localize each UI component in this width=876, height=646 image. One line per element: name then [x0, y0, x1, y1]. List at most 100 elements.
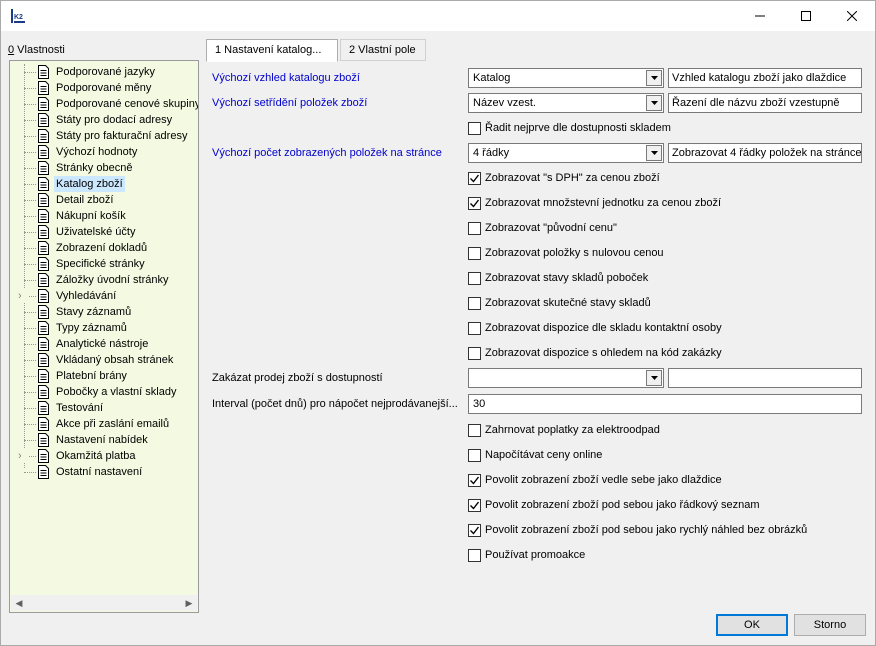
- catalog-view-label: Výchozí vzhled katalogu zboží: [212, 72, 360, 84]
- dialog-window: K2 0 Vlastnosti Podporované jazyky Podpor…: [0, 0, 876, 646]
- scroll-left-icon[interactable]: ◀: [11, 595, 27, 611]
- tree-connector: [24, 200, 36, 201]
- checkbox-box[interactable]: [468, 122, 481, 135]
- scroll-right-icon[interactable]: ▶: [181, 595, 197, 611]
- tree-item[interactable]: Testování: [10, 400, 198, 416]
- checkbox-box[interactable]: [468, 322, 481, 335]
- close-icon: [847, 11, 857, 21]
- tree-item-label: Podporované cenové skupiny: [56, 98, 199, 110]
- forbid-sale-description: [668, 368, 862, 388]
- rows-count-value: 4 řádky: [473, 147, 510, 159]
- checkbox-checked-icon[interactable]: [468, 524, 481, 537]
- properties-tree[interactable]: Podporované jazyky Podporované měny Podpor…: [9, 60, 199, 613]
- tree-item[interactable]: Katalog zboží: [10, 176, 198, 192]
- tree-item[interactable]: Záložky úvodní stránky: [10, 272, 198, 288]
- tree-connector: [24, 312, 36, 313]
- tree-connector: [24, 88, 36, 89]
- tree-item-label: Záložky úvodní stránky: [56, 274, 169, 286]
- chevron-right-icon[interactable]: ›: [18, 449, 28, 463]
- interval-input[interactable]: 30: [468, 394, 862, 414]
- document-icon: [37, 193, 50, 207]
- sort-order-value: Název vzest.: [473, 97, 536, 109]
- tree-item[interactable]: Stavy záznamů: [10, 304, 198, 320]
- tree-item[interactable]: Podporované cenové skupiny: [10, 96, 198, 112]
- tree-item[interactable]: Státy pro dodací adresy: [10, 112, 198, 128]
- checkbox-box[interactable]: [468, 222, 481, 235]
- checkbox-checked-icon[interactable]: [468, 499, 481, 512]
- tab-panel: Výchozí vzhled katalogu zboží Katalog Vz…: [206, 61, 870, 609]
- ok-button[interactable]: OK: [716, 614, 788, 636]
- tree-item[interactable]: Státy pro fakturační adresy: [10, 128, 198, 144]
- checkbox-box[interactable]: [468, 272, 481, 285]
- close-button[interactable]: [829, 1, 875, 31]
- forbid-sale-label: Zakázat prodej zboží s dostupností: [212, 372, 383, 384]
- catalog-view-select[interactable]: Katalog: [468, 68, 664, 88]
- checkbox-box[interactable]: [468, 297, 481, 310]
- chevron-right-icon[interactable]: ›: [18, 289, 28, 303]
- tree-item[interactable]: Výchozí hodnoty: [10, 144, 198, 160]
- tree-item[interactable]: Zobrazení dokladů: [10, 240, 198, 256]
- chevron-down-icon[interactable]: [646, 145, 662, 161]
- document-icon: [37, 209, 50, 223]
- document-icon: [37, 113, 50, 127]
- tree-item[interactable]: Podporované jazyky: [10, 64, 198, 80]
- tree-item[interactable]: Detail zboží: [10, 192, 198, 208]
- option-label: Zobrazovat stavy skladů poboček: [485, 272, 649, 284]
- checkbox-checked-icon[interactable]: [468, 197, 481, 210]
- tree-connector: [24, 328, 36, 329]
- maximize-button[interactable]: [783, 1, 829, 31]
- tree-item-label: Testování: [56, 402, 104, 414]
- tree-connector: [24, 104, 36, 105]
- tree-item[interactable]: Platební brány: [10, 368, 198, 384]
- checkbox-checked-icon[interactable]: [468, 474, 481, 487]
- forbid-sale-select[interactable]: [468, 368, 664, 388]
- tree-item[interactable]: Vkládaný obsah stránek: [10, 352, 198, 368]
- checkbox-box[interactable]: [468, 347, 481, 360]
- sort-order-select[interactable]: Název vzest.: [468, 93, 664, 113]
- checkbox-box[interactable]: [468, 549, 481, 562]
- tree-item[interactable]: Akce při zaslání emailů: [10, 416, 198, 432]
- chevron-down-icon[interactable]: [646, 370, 662, 386]
- tree-item[interactable]: Stránky obecně: [10, 160, 198, 176]
- tree-item[interactable]: Ostatní nastavení: [10, 464, 198, 480]
- document-icon: [37, 385, 50, 399]
- tree-item[interactable]: Typy záznamů: [10, 320, 198, 336]
- tree-item-label: Stavy záznamů: [56, 306, 132, 318]
- sort-order-description: Řazení dle názvu zboží vzestupně: [668, 93, 862, 113]
- option-label: Používat promoakce: [485, 549, 586, 561]
- tree-item-label: Státy pro fakturační adresy: [56, 130, 188, 142]
- cancel-button[interactable]: Storno: [794, 614, 866, 636]
- option-label: Zobrazovat skutečné stavy skladů: [485, 297, 651, 309]
- tree-item-label: Pobočky a vlastní sklady: [56, 386, 177, 398]
- chevron-down-icon[interactable]: [646, 70, 662, 86]
- document-icon: [37, 145, 50, 159]
- tree-item[interactable]: Analytické nástroje: [10, 336, 198, 352]
- catalog-view-description: Vzhled katalogu zboží jako dlaždice: [668, 68, 862, 88]
- tree-item[interactable]: Specifické stránky: [10, 256, 198, 272]
- tree-connector: [24, 424, 36, 425]
- tab-catalog-settings[interactable]: 1 Nastavení katalog...: [206, 39, 338, 62]
- tree-item[interactable]: › Okamžitá platba: [10, 448, 198, 464]
- tree-item-label: Platební brány: [56, 370, 127, 382]
- checkbox-box[interactable]: [468, 449, 481, 462]
- tree-item-label: Nastavení nabídek: [56, 434, 148, 446]
- tree-item[interactable]: Pobočky a vlastní sklady: [10, 384, 198, 400]
- tree-item-label: Stránky obecně: [56, 162, 133, 174]
- tree-item-label: Státy pro dodací adresy: [56, 114, 173, 126]
- checkbox-box[interactable]: [468, 247, 481, 260]
- chevron-down-icon[interactable]: [646, 95, 662, 111]
- tree-item[interactable]: Podporované měny: [10, 80, 198, 96]
- tree-item[interactable]: Nákupní košík: [10, 208, 198, 224]
- option-label: Povolit zobrazení zboží vedle sebe jako …: [485, 474, 722, 486]
- tree-connector: [24, 248, 36, 249]
- tree-horizontal-scrollbar[interactable]: ◀ ▶: [11, 595, 197, 611]
- tree-item[interactable]: › Vyhledávání: [10, 288, 198, 304]
- tree-item[interactable]: Uživatelské účty: [10, 224, 198, 240]
- checkbox-checked-icon[interactable]: [468, 172, 481, 185]
- minimize-button[interactable]: [737, 1, 783, 31]
- tab-custom-fields[interactable]: 2 Vlastní pole: [340, 39, 426, 61]
- rows-count-select[interactable]: 4 řádky: [468, 143, 664, 163]
- document-icon: [37, 81, 50, 95]
- checkbox-box[interactable]: [468, 424, 481, 437]
- tree-item[interactable]: Nastavení nabídek: [10, 432, 198, 448]
